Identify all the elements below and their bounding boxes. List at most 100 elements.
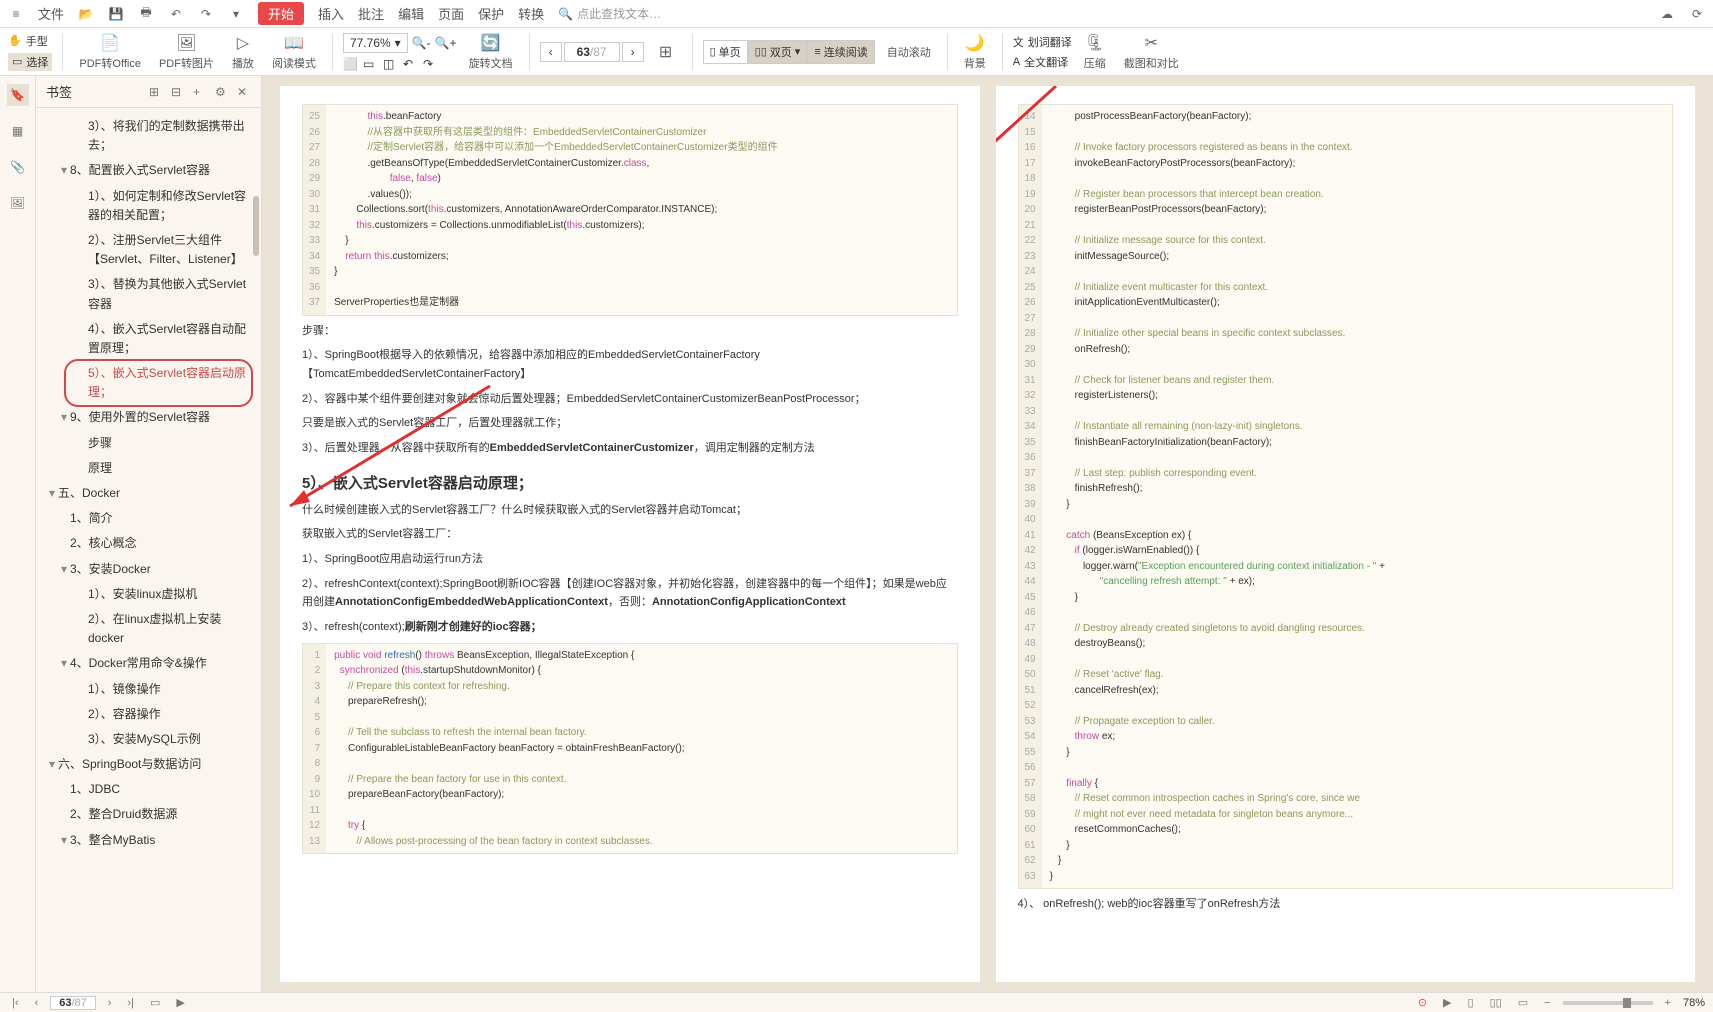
compress[interactable]: 🗜压缩 [1078,33,1112,71]
redo-icon[interactable]: ↷ [198,6,214,22]
bookmark-item[interactable]: 2、核心概念 [36,531,257,556]
bookmark-item[interactable]: ▾9、使用外置的Servlet容器 [36,405,257,430]
next-page[interactable]: › [622,42,644,62]
image-rail-icon[interactable]: 🖼 [7,192,29,214]
zoom-slider[interactable] [1563,1001,1653,1005]
expand-all-icon[interactable]: ⊞ [149,85,163,99]
bookmark-item[interactable]: 1、简介 [36,506,257,531]
menu-icon[interactable]: ≡ [8,6,24,22]
status-icon-3[interactable]: ▯ [1464,996,1478,1009]
status-icon-5[interactable]: ▭ [1514,996,1532,1009]
page-left: 25262728293031323334353637 this.beanFact… [280,86,980,982]
tab-start[interactable]: 开始 [258,2,304,25]
pdf-to-office[interactable]: 📄PDF转Office [73,33,147,71]
bookmark-rail-icon[interactable]: 🔖 [7,84,29,106]
bookmark-item[interactable]: 步骤 [36,431,257,456]
single-page-view[interactable]: ▯单页 [703,40,748,64]
tab-protect[interactable]: 保护 [478,4,504,23]
bookmark-item[interactable]: 2）、容器操作 [36,702,257,727]
double-page-view[interactable]: ▯▯双页▾ [748,40,808,64]
bookmark-item[interactable]: 4）、嵌入式Servlet容器自动配置原理； [36,317,257,361]
play-button[interactable]: ▷播放 [226,33,260,71]
bookmark-item[interactable]: 5）、嵌入式Servlet容器启动原理； [36,361,257,405]
onrefresh-text: 4）、 onRefresh(); web的ioc容器重写了onRefresh方法 [1018,895,1674,914]
step-2b: 只要是嵌入式的Servlet容器工厂，后置处理器就工作； [302,414,958,433]
collapse-all-icon[interactable]: ⊟ [171,85,185,99]
zoom-percent: 78% [1683,997,1705,1009]
word-translate[interactable]: 文划词翻译 [1013,34,1072,50]
bookmark-settings-icon[interactable]: ⚙ [215,85,229,99]
search-box[interactable]: 🔍 点此查找文本… [558,5,661,22]
bookmark-item[interactable]: 3）、将我们的定制数据携带出去； [36,114,257,158]
bookmark-item[interactable]: 2）、注册Servlet三大组件【Servlet、Filter、Listener… [36,228,257,272]
rotate-left-icon[interactable]: ↶ [403,57,417,71]
close-panel-icon[interactable]: ✕ [237,85,251,99]
zoom-in-icon[interactable]: 🔍+ [435,36,457,50]
thumbnail-rail-icon[interactable]: ▦ [7,120,29,142]
next-page-icon[interactable]: › [104,997,116,1009]
hand-tool[interactable]: ✋手型 [8,33,52,49]
bookmark-item[interactable]: ▾4、Docker常用命令&操作 [36,651,257,676]
crop-compare[interactable]: ✂截图和对比 [1118,33,1185,71]
last-page-icon[interactable]: ›| [123,997,138,1009]
bookmark-item[interactable]: ▾3、安装Docker [36,557,257,582]
add-bookmark-icon[interactable]: + [193,85,207,99]
page-indicator[interactable]: 63/87 [564,42,620,62]
undo-icon[interactable]: ↶ [168,6,184,22]
bookmark-item[interactable]: ▾8、配置嵌入式Servlet容器 [36,158,257,183]
full-translate[interactable]: A全文翻译 [1013,54,1072,70]
bookmark-item[interactable]: 3）、安装MySQL示例 [36,727,257,752]
status-icon-2[interactable]: ▶ [1439,996,1455,1009]
bookmark-item[interactable]: ▾五、Docker [36,481,257,506]
tab-insert[interactable]: 插入 [318,4,344,23]
thumbnails[interactable]: ⊞ [650,42,682,62]
actual-size-icon[interactable]: ◫ [383,57,397,71]
open-icon[interactable]: 📂 [78,6,94,22]
print-icon[interactable]: 🖶 [138,6,154,22]
bookmark-item[interactable]: 2）、在linux虚拟机上安装docker [36,607,257,651]
prev-page-icon[interactable]: ‹ [31,997,43,1009]
bookmark-item[interactable]: 1）、安装linux虚拟机 [36,582,257,607]
zoom-value[interactable]: 77.76%▾ [343,33,408,53]
pdf-to-image[interactable]: 🖼PDF转图片 [153,33,220,71]
view-mode-icon[interactable]: ▭ [146,996,164,1009]
tab-page[interactable]: 页面 [438,4,464,23]
zoom-in[interactable]: + [1661,997,1675,1009]
tab-edit[interactable]: 编辑 [398,4,424,23]
autoscroll[interactable]: 自动滚动 [881,44,937,60]
first-page-icon[interactable]: |‹ [8,997,23,1009]
rotate-right-icon[interactable]: ↷ [423,57,437,71]
status-icon-4[interactable]: ▯▯ [1486,996,1506,1009]
fit-width-icon[interactable]: ⬜ [343,57,357,71]
scrollbar-thumb[interactable] [253,196,259,256]
continuous-view[interactable]: ≡连续阅读 [807,40,874,64]
zoom-out-icon[interactable]: 🔍- [412,36,431,50]
presentation-icon[interactable]: ▶ [172,996,188,1009]
cloud-icon[interactable]: ☁ [1659,6,1675,22]
status-icon-1[interactable]: ⊙ [1414,996,1431,1009]
tab-convert[interactable]: 转换 [518,4,544,23]
refresh-icon[interactable]: ⟳ [1689,6,1705,22]
bookmark-item[interactable]: 3）、替换为其他嵌入式Servlet容器 [36,272,257,316]
bookmark-item[interactable]: ▾六、SpringBoot与数据访问 [36,752,257,777]
select-tool[interactable]: ▭选择 [8,53,52,71]
bookmark-item[interactable]: 原理 [36,456,257,481]
bookmark-item[interactable]: 1）、如何定制和修改Servlet容器的相关配置； [36,184,257,228]
read-mode[interactable]: 📖阅读模式 [266,33,322,71]
zoom-out[interactable]: − [1540,997,1554,1009]
bookmark-item[interactable]: 1、JDBC [36,777,257,802]
attachment-rail-icon[interactable]: 📎 [7,156,29,178]
file-menu[interactable]: 文件 [38,4,64,23]
bookmark-item[interactable]: ▾3、整合MyBatis [36,828,257,853]
rotate-doc[interactable]: 🔄旋转文档 [463,33,519,71]
fit-page-icon[interactable]: ▭ [363,57,377,71]
night-mode[interactable]: 🌙背景 [958,33,992,71]
status-page[interactable]: 63/87 [50,996,96,1010]
bookmark-item[interactable]: 1）、镜像操作 [36,677,257,702]
save-icon[interactable]: 💾 [108,6,124,22]
tab-annotate[interactable]: 批注 [358,4,384,23]
prev-page[interactable]: ‹ [540,42,562,62]
dropdown-icon[interactable]: ▾ [228,6,244,22]
question-text: 什么时候创建嵌入式的Servlet容器工厂？什么时候获取嵌入式的Servlet容… [302,501,958,520]
bookmark-item[interactable]: 2、整合Druid数据源 [36,802,257,827]
